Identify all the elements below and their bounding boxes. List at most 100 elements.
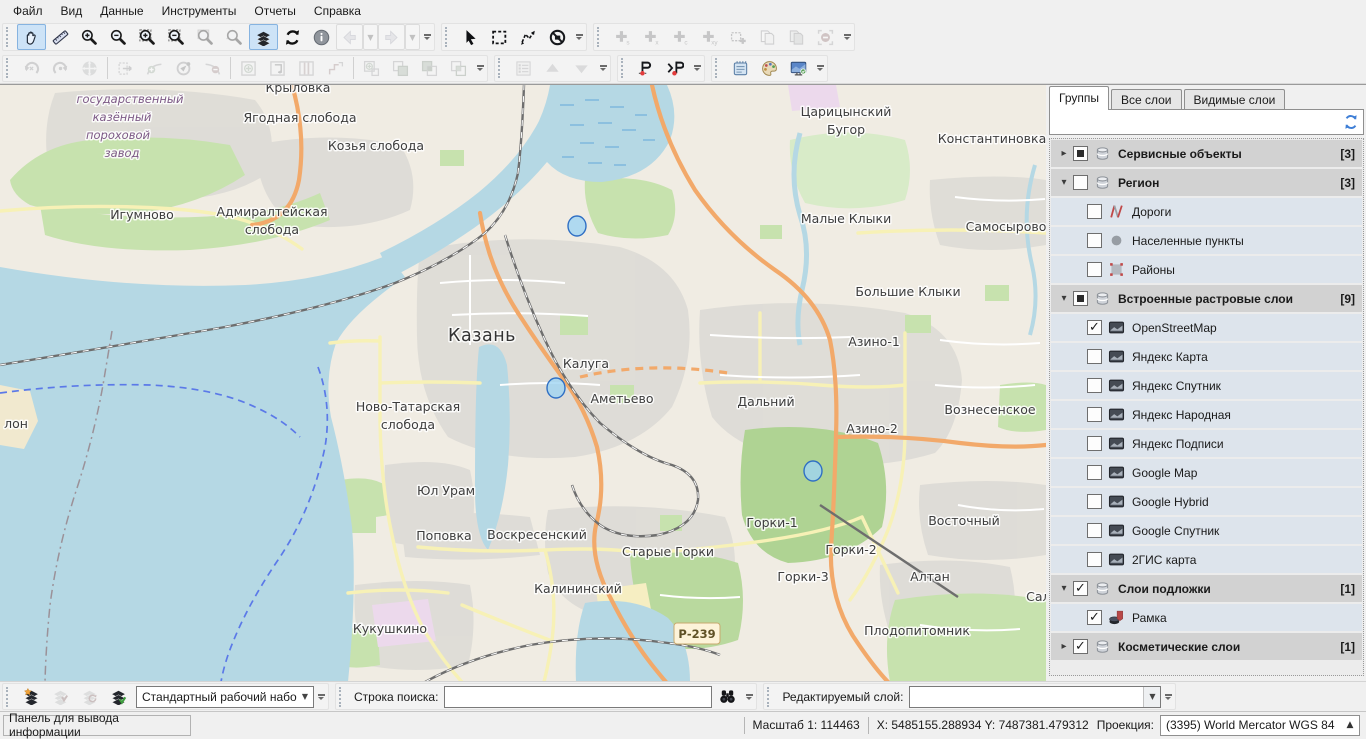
topology-out-icon[interactable] xyxy=(661,55,690,81)
tab-groups[interactable]: Группы xyxy=(1049,86,1109,110)
toolbar-overflow[interactable] xyxy=(475,65,485,71)
chevron-up-icon[interactable]: ▲ xyxy=(1341,720,1359,730)
tab-visible-layers[interactable]: Видимые слои xyxy=(1184,89,1286,110)
layer-row[interactable]: Google Hybrid xyxy=(1051,488,1362,515)
toolbar-grip[interactable] xyxy=(6,27,13,47)
layers-refresh-icon[interactable] xyxy=(1343,114,1359,130)
map-marker[interactable] xyxy=(804,461,822,481)
search-find-button[interactable] xyxy=(712,684,742,710)
layer-row[interactable]: Яндекс Народная xyxy=(1051,401,1362,428)
menu-item-5[interactable]: Отчеты xyxy=(245,2,304,20)
layer-checkbox[interactable] xyxy=(1087,204,1102,219)
select-lasso-icon[interactable] xyxy=(514,24,543,50)
layer-checkbox[interactable] xyxy=(1087,378,1102,393)
layer-checkbox[interactable] xyxy=(1087,494,1102,509)
layer-checkbox[interactable] xyxy=(1087,523,1102,538)
layer-row[interactable]: Google Map xyxy=(1051,459,1362,486)
chevron-collapsed-icon[interactable]: ▸ xyxy=(1057,641,1071,652)
zoom-in-icon[interactable] xyxy=(75,24,104,50)
map-marker[interactable] xyxy=(568,216,586,236)
layer-row[interactable]: ✓OpenStreetMap xyxy=(1051,314,1362,341)
zoom-out-frame-icon[interactable] xyxy=(162,24,191,50)
layer-group-row[interactable]: ▾Встроенные растровые слои[9] xyxy=(1051,285,1362,312)
workset-save-icon[interactable] xyxy=(104,684,133,710)
chevron-collapsed-icon[interactable]: ▸ xyxy=(1057,148,1071,159)
layer-checkbox[interactable]: ✓ xyxy=(1087,320,1102,335)
toolbar-overflow[interactable] xyxy=(842,34,852,40)
layer-checkbox[interactable] xyxy=(1073,175,1088,190)
layer-row[interactable]: Районы xyxy=(1051,256,1362,283)
select-cursor-icon[interactable] xyxy=(456,24,485,50)
layer-checkbox[interactable] xyxy=(1073,291,1088,306)
measure-icon[interactable] xyxy=(46,24,75,50)
toolbar-grip[interactable] xyxy=(6,687,13,707)
map-canvas[interactable]: Р-239 государственныйказённыйпороховойза… xyxy=(0,84,1046,681)
edit-layer-combobox[interactable]: ▼ xyxy=(909,686,1161,708)
selection-clear-icon[interactable] xyxy=(543,24,572,50)
menu-item-3[interactable]: Данные xyxy=(91,2,152,20)
layer-group-row[interactable]: ▾✓Слои подложки[1] xyxy=(1051,575,1362,602)
workset-combobox[interactable]: Стандартный рабочий набор ▼ xyxy=(136,686,314,708)
notes-icon[interactable] xyxy=(726,55,755,81)
toolbar-grip[interactable] xyxy=(445,27,452,47)
toolbar-overflow[interactable] xyxy=(815,65,825,71)
toolbar-grip[interactable] xyxy=(715,58,722,78)
layer-checkbox[interactable]: ✓ xyxy=(1087,610,1102,625)
map-marker[interactable] xyxy=(547,378,565,398)
menu-item-2[interactable]: Вид xyxy=(52,2,92,20)
layer-checkbox[interactable] xyxy=(1087,233,1102,248)
toolbar-overflow[interactable] xyxy=(692,65,702,71)
projection-combobox[interactable]: (3395) World Mercator WGS 84 ▲ xyxy=(1160,715,1360,736)
select-rect-icon[interactable] xyxy=(485,24,514,50)
workset-new-icon[interactable] xyxy=(17,684,46,710)
layers-icon[interactable] xyxy=(249,24,278,50)
zoom-in-frame-icon[interactable] xyxy=(133,24,162,50)
layer-checkbox[interactable] xyxy=(1087,436,1102,451)
menu-item-6[interactable]: Справка xyxy=(305,2,370,20)
layer-row[interactable]: Населенные пункты xyxy=(1051,227,1362,254)
layer-row[interactable]: Яндекс Подписи xyxy=(1051,430,1362,457)
tab-all-layers[interactable]: Все слои xyxy=(1111,89,1182,110)
layer-row[interactable]: Яндекс Спутник xyxy=(1051,372,1362,399)
layer-row[interactable]: 2ГИС карта xyxy=(1051,546,1362,573)
layer-group-row[interactable]: ▸✓Косметические слои[1] xyxy=(1051,633,1362,660)
toolbar-grip[interactable] xyxy=(498,58,505,78)
layer-row[interactable]: ✓Рамка xyxy=(1051,604,1362,631)
menu-item-4[interactable]: Инструменты xyxy=(153,2,246,20)
topology-in-icon[interactable] xyxy=(632,55,661,81)
layer-checkbox[interactable]: ✓ xyxy=(1073,639,1088,654)
layer-row[interactable]: Яндекс Карта xyxy=(1051,343,1362,370)
toolbar-overflow[interactable] xyxy=(598,65,608,71)
layer-group-row[interactable]: ▾Регион[3] xyxy=(1051,169,1362,196)
search-input[interactable] xyxy=(444,686,712,708)
refresh-icon[interactable] xyxy=(278,24,307,50)
toolbar-grip[interactable] xyxy=(339,687,346,707)
toolbar-grip[interactable] xyxy=(621,58,628,78)
chevron-down-icon[interactable]: ▼ xyxy=(297,687,313,707)
toolbar-overflow[interactable] xyxy=(316,694,326,700)
layer-checkbox[interactable] xyxy=(1073,146,1088,161)
toolbar-overflow[interactable] xyxy=(1163,694,1173,700)
layer-row[interactable]: Google Спутник xyxy=(1051,517,1362,544)
chevron-expanded-icon[interactable]: ▾ xyxy=(1057,177,1071,188)
toolbar-overflow[interactable] xyxy=(744,694,754,700)
layer-checkbox[interactable]: ✓ xyxy=(1073,581,1088,596)
chevron-down-icon[interactable]: ▼ xyxy=(1143,687,1160,707)
menu-item-1[interactable]: Файл xyxy=(4,2,52,20)
chevron-expanded-icon[interactable]: ▾ xyxy=(1057,583,1071,594)
layer-checkbox[interactable] xyxy=(1087,349,1102,364)
info-icon[interactable] xyxy=(307,24,336,50)
zoom-out-icon[interactable] xyxy=(104,24,133,50)
layer-group-row[interactable]: ▸Сервисные объекты[3] xyxy=(1051,140,1362,167)
chevron-expanded-icon[interactable]: ▾ xyxy=(1057,293,1071,304)
layer-checkbox[interactable] xyxy=(1087,552,1102,567)
toolbar-overflow[interactable] xyxy=(574,34,584,40)
layer-checkbox[interactable] xyxy=(1087,465,1102,480)
toolbar-grip[interactable] xyxy=(767,687,774,707)
pan-icon[interactable] xyxy=(17,24,46,50)
toolbar-grip[interactable] xyxy=(597,27,604,47)
toolbar-grip[interactable] xyxy=(6,58,13,78)
layer-checkbox[interactable] xyxy=(1087,262,1102,277)
style-palette-icon[interactable] xyxy=(755,55,784,81)
presentation-icon[interactable] xyxy=(784,55,813,81)
